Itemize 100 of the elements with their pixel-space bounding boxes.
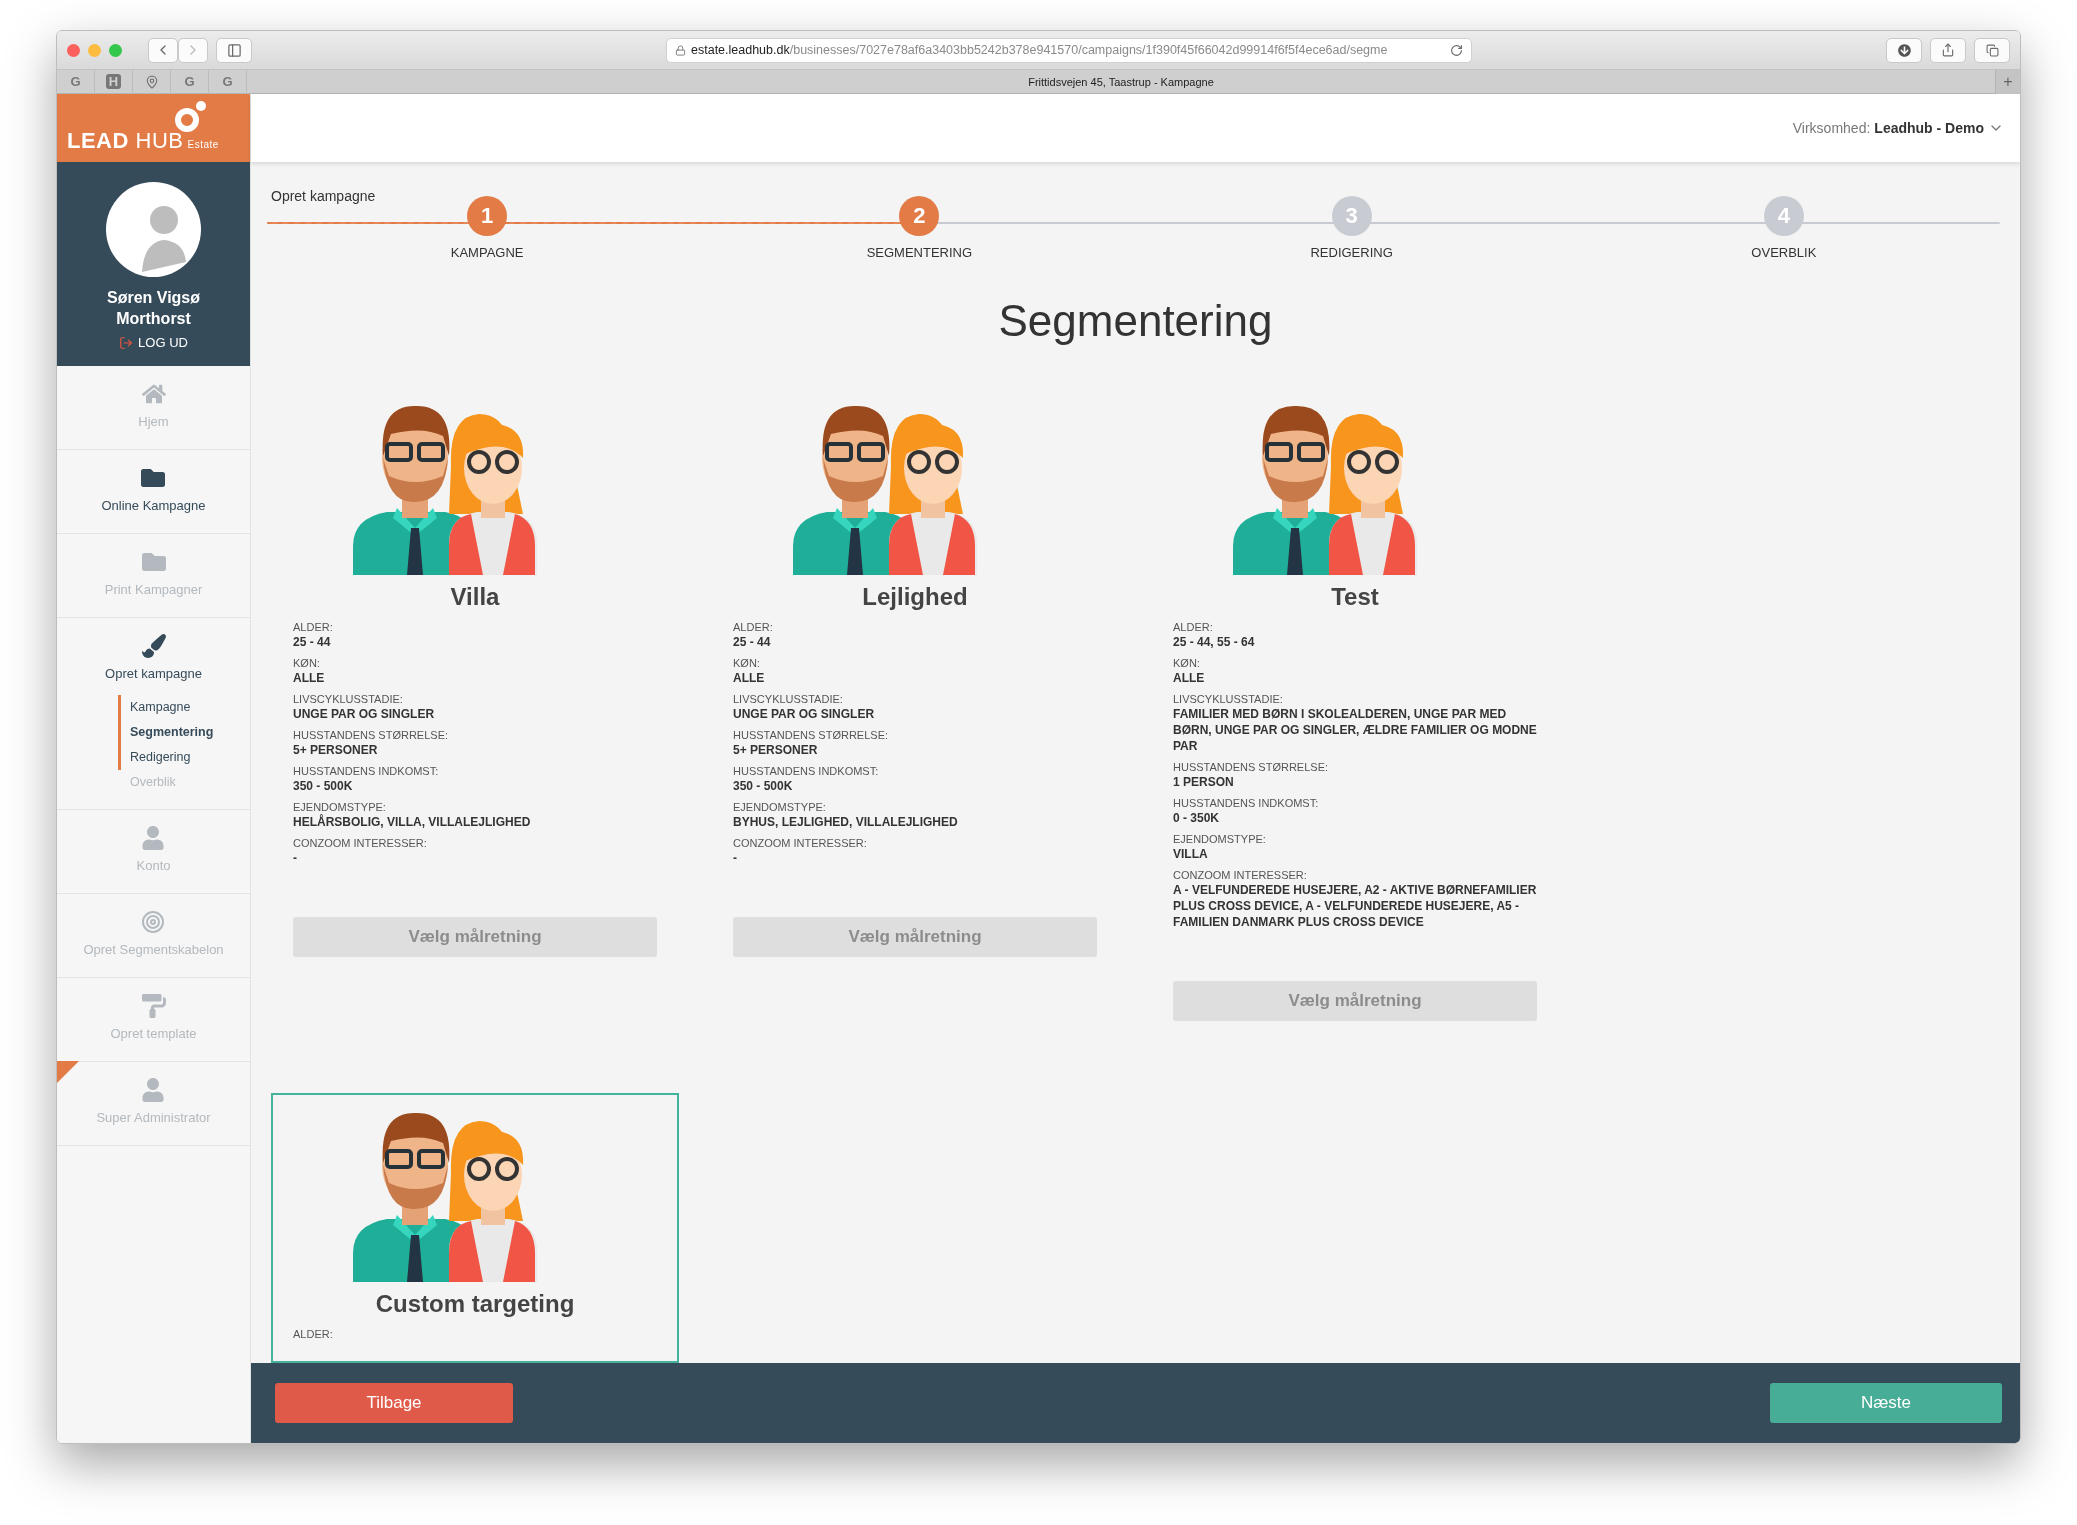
reload-icon[interactable] — [1450, 43, 1463, 57]
field-value: 350 - 500K — [733, 778, 794, 794]
sub-menu-item[interactable]: Overblik — [118, 770, 214, 795]
sub-menu-item[interactable]: Kampagne — [118, 695, 214, 720]
field-value: VILLA — [1173, 846, 1209, 862]
field-label: CONZOOM INTERESSER: — [293, 837, 428, 850]
bookmark-icon[interactable]: G — [181, 74, 198, 89]
field-value: 25 - 44 — [293, 634, 332, 650]
zoom-window-button[interactable] — [109, 43, 122, 57]
back-button[interactable] — [148, 37, 178, 63]
step-label: OVERBLIK — [1751, 245, 1817, 260]
field-value: ALLE — [733, 670, 766, 686]
field-value: A - VELFUNDEREDE HUSEJERE, A2 - AKTIVE BØRNEFAMILIER PLUS CROSS DEVICE, A - VELFUNDEREDE HUSEJERE, A5 - FAMILIEN DANMARK PLUS CROSS DEVICE — [1173, 882, 1537, 930]
step-label: SEGMENTERING — [866, 245, 973, 260]
field-value: - — [733, 850, 738, 866]
field-value: 25 - 44 — [733, 634, 772, 650]
next-button[interactable]: Næste — [1770, 1383, 2002, 1423]
bookmark-icon[interactable]: G — [219, 74, 236, 89]
sidebar-toggle-button[interactable] — [216, 37, 252, 63]
field-label: HUSSTANDENS STØRRELSE: — [733, 729, 890, 742]
field-label: ALDER: — [293, 621, 334, 634]
field-label: ALDER: — [293, 1328, 334, 1341]
sidebar-item[interactable]: Konto — [136, 826, 171, 873]
tabs-button[interactable] — [1974, 37, 2010, 63]
lock-icon — [675, 44, 686, 56]
logout-link[interactable]: LOG UD — [119, 335, 188, 350]
sidebar-item[interactable]: Opret template — [110, 994, 197, 1041]
field-value: UNGE PAR OG SINGLER — [733, 706, 876, 722]
field-value: - — [293, 850, 298, 866]
field-label: HUSSTANDENS INDKOMST: — [733, 765, 880, 778]
bookmark-icon[interactable]: H — [105, 74, 122, 89]
field-label: KØN: — [293, 657, 321, 670]
field-value: 1 PERSON — [1173, 774, 1235, 790]
field-label: EJENDOMSTYPE: — [1173, 833, 1267, 846]
tab-title[interactable]: Frittidsvejen 45, Taastrup - Kampagne — [247, 75, 1995, 88]
field-value: ALLE — [1173, 670, 1206, 686]
sidebar-item[interactable]: Opret Segmentskabelon — [83, 910, 224, 957]
field-label: HUSSTANDENS STØRRELSE: — [293, 729, 450, 742]
share-button[interactable] — [1930, 37, 1966, 63]
sidebar-item[interactable]: Online Kampagne — [101, 466, 206, 513]
tabs-icon — [1985, 43, 1999, 57]
sidebar-item[interactable]: Super Administrator — [96, 1078, 211, 1125]
download-button[interactable] — [1886, 37, 1922, 63]
step-label: REDIGERING — [1310, 245, 1393, 260]
bookmark-icon[interactable]: G — [67, 74, 84, 89]
field-value: FAMILIER MED BØRN I SKOLEALDEREN, UNGE PAR MED BØRN, UNGE PAR OG SINGLER, ÆLDRE FAMILIER OG MODNE PAR — [1173, 706, 1537, 754]
field-label: CONZOOM INTERESSER: — [1173, 869, 1308, 882]
folder-icon — [141, 550, 166, 574]
paint-roller-icon — [141, 994, 166, 1018]
back-button[interactable]: Tilbage — [275, 1383, 513, 1423]
new-tab-button[interactable]: + — [1995, 69, 2020, 94]
field-label: KØN: — [733, 657, 761, 670]
field-value: 5+ PERSONER — [733, 742, 819, 758]
segment-card[interactable]: Custom targeting ALDER: — [271, 1093, 679, 1363]
sidebar-icon — [226, 42, 242, 58]
field-label: KØN: — [1173, 657, 1201, 670]
address-bar[interactable]: estate.leadhub.dk/businesses/7027e78af6a3403bb5242b378e941570/campaigns/1f390f45f66042d99914f6f5f4ece6ad/segme — [666, 37, 1472, 63]
card-title: Villa — [449, 583, 501, 611]
logout-icon — [119, 335, 134, 350]
user-name: Søren Vigsø Morthorst — [105, 288, 202, 329]
field-value: UNGE PAR OG SINGLER — [293, 706, 436, 722]
field-label: HUSSTANDENS INDKOMST: — [293, 765, 440, 778]
field-label: ALDER: — [733, 621, 774, 634]
share-icon — [1941, 43, 1955, 57]
page-title: Segmentering — [997, 296, 1274, 346]
url-text: estate.leadhub.dk/businesses/7027e78af6a3403bb5242b378e941570/campaigns/1f390f45f66042d99914f6f5f4ece6ad/segme — [691, 43, 1388, 57]
field-value: 25 - 44, 55 - 64 — [1173, 634, 1256, 650]
field-label: LIVSCYKLUSSTADIE: — [733, 693, 844, 706]
company-selector[interactable]: Virksomhed: Leadhub - Demo — [1792, 120, 2004, 136]
person-icon — [141, 826, 166, 850]
sidebar-item[interactable]: Hjem — [138, 382, 169, 429]
pin-icon[interactable] — [144, 74, 159, 89]
card-title: Custom targeting — [374, 1290, 576, 1318]
stepper-label: Opret kampagne — [271, 188, 377, 204]
field-value: 5+ PERSONER — [293, 742, 379, 758]
sidebar-item[interactable]: Opret kampagne — [105, 634, 202, 681]
step-number[interactable]: 2 — [899, 196, 940, 236]
step-number[interactable]: 1 — [467, 196, 508, 236]
field-label: HUSSTANDENS INDKOMST: — [1173, 797, 1320, 810]
field-value: BYHUS, LEJLIGHED, VILLALEJLIGHED — [733, 814, 959, 830]
field-label: EJENDOMSTYPE: — [733, 801, 827, 814]
field-value: ALLE — [293, 670, 326, 686]
sub-menu-item[interactable]: Redigering — [118, 745, 214, 770]
target-icon — [141, 910, 166, 934]
card-title: Lejlighed — [861, 583, 969, 611]
card-title: Test — [1330, 583, 1380, 611]
field-label: LIVSCYKLUSSTADIE: — [1173, 693, 1284, 706]
sub-menu-item[interactable]: Segmentering — [118, 720, 214, 745]
sidebar-item[interactable]: Print Kampagner — [104, 550, 203, 597]
step-label: KAMPAGNE — [450, 245, 524, 260]
brush-icon — [141, 634, 166, 658]
home-icon — [141, 382, 166, 406]
folder-icon — [141, 466, 166, 490]
person-icon — [141, 1078, 166, 1102]
logo[interactable]: LEAD HUB Estate — [57, 94, 250, 162]
field-value: HELÅRSBOLIG, VILLA, VILLALEJLIGHED — [293, 814, 532, 830]
field-label: EJENDOMSTYPE: — [293, 801, 387, 814]
close-window-button[interactable] — [67, 43, 80, 57]
field-label: CONZOOM INTERESSER: — [733, 837, 868, 850]
field-value: 350 - 500K — [293, 778, 354, 794]
